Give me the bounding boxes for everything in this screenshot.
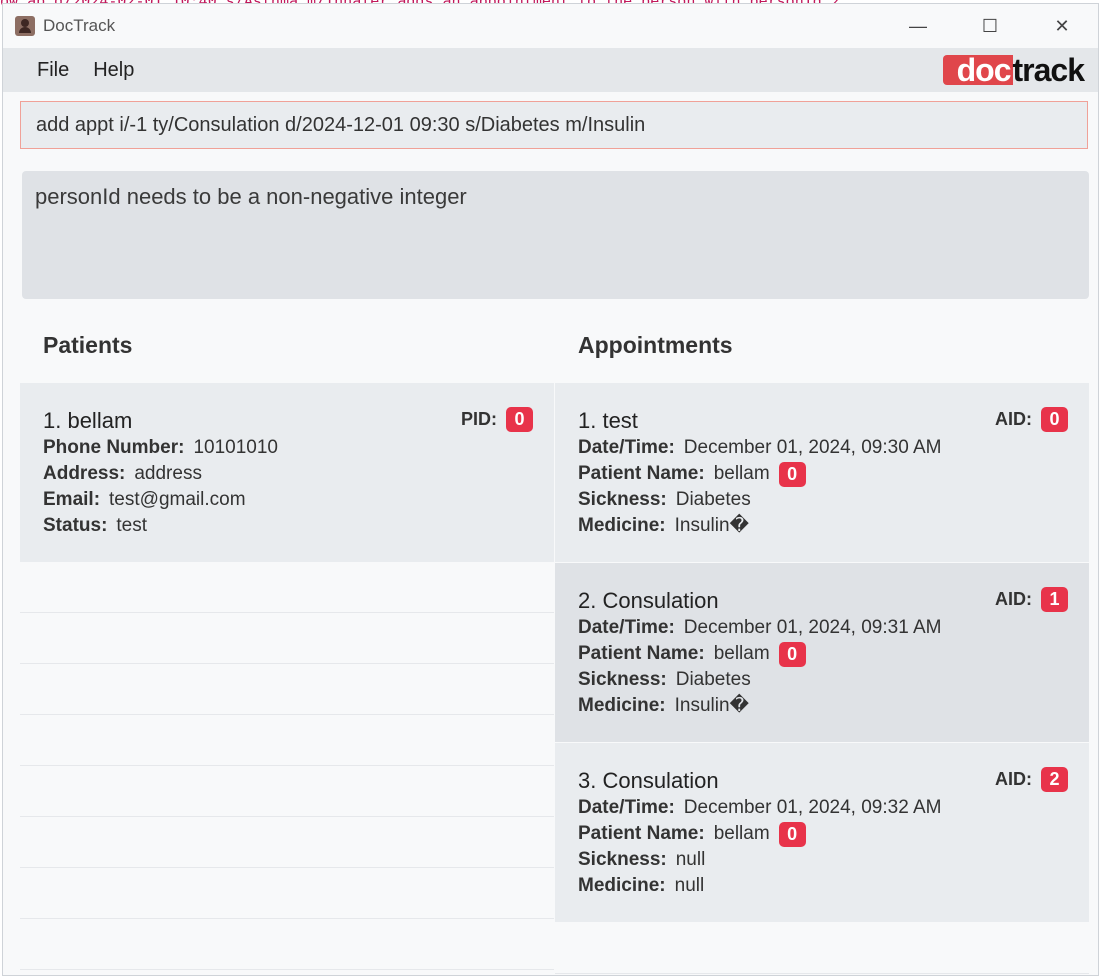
empty-list-row (20, 715, 554, 766)
status-value: test (116, 515, 148, 536)
patient-name-row: Patient Name: bellam 0 (578, 461, 1089, 487)
result-message: personId needs to be a non-negative inte… (35, 184, 467, 209)
patients-title: Patients (43, 332, 133, 358)
menu-help[interactable]: Help (93, 59, 134, 82)
minimize-button[interactable]: — (882, 4, 954, 48)
patients-list[interactable]: 1. bellam PID: 0 Phone Number: 10101010 A… (20, 383, 554, 975)
datetime-row: Date/Time: December 01, 2024, 09:30 AM (578, 437, 942, 458)
medicine-row: Medicine: null (578, 875, 705, 896)
patient-id-badge: 0 (778, 461, 806, 487)
command-input[interactable]: add appt i/-1 ty/Consulation d/2024-12-0… (20, 101, 1088, 149)
pid-tag: PID: 0 (461, 407, 533, 432)
close-button[interactable]: ✕ (1026, 4, 1098, 48)
status-row: Status: test (43, 513, 554, 539)
appointment-card[interactable]: 3. Consulation AID: 2 Date/Time: December… (555, 743, 1089, 922)
doctrack-window: DocTrack — ☐ ✕ File Help doc track add ap… (2, 3, 1099, 976)
sickness-row: Sickness: null (578, 849, 706, 870)
appointment-card[interactable]: 2. Consulation AID: 1 Date/Time: December… (555, 563, 1089, 742)
medicine-row: Medicine: Insulin� (578, 695, 750, 716)
appointments-list[interactable]: 1. test AID: 0 Date/Time: December 01, 20… (555, 383, 1089, 975)
pid-label: PID: (461, 409, 497, 429)
sickness-row: Sickness: Diabetes (578, 489, 751, 510)
appointment-card[interactable]: 1. test AID: 0 Date/Time: December 01, 20… (555, 383, 1089, 562)
command-input-text: add appt i/-1 ty/Consulation d/2024-12-0… (36, 113, 646, 136)
pid-badge: 0 (506, 407, 533, 432)
empty-list-row (20, 562, 554, 613)
title-bar[interactable]: DocTrack — ☐ ✕ (3, 4, 1098, 48)
aid-tag: AID: 2 (995, 767, 1068, 792)
address-value: address (134, 463, 202, 484)
maximize-button[interactable]: ☐ (954, 4, 1026, 48)
aid-badge: 2 (1041, 767, 1068, 792)
empty-list-row (20, 766, 554, 817)
datetime-row: Date/Time: December 01, 2024, 09:31 AM (578, 617, 942, 638)
aid-badge: 0 (1041, 407, 1068, 432)
empty-list-row (555, 923, 1089, 974)
email-row: Email: test@gmail.com (43, 487, 554, 513)
patient-name-row: Patient Name: bellam 0 (578, 821, 1089, 847)
patient-id-badge: 0 (778, 821, 806, 847)
patient-name-row: Patient Name: bellam 0 (578, 641, 1089, 667)
address-row: Address: address (43, 461, 554, 487)
patient-card[interactable]: 1. bellam PID: 0 Phone Number: 10101010 A… (20, 383, 554, 562)
empty-list-row (20, 664, 554, 715)
patient-id-badge: 0 (778, 641, 806, 667)
menu-file[interactable]: File (37, 59, 69, 82)
aid-tag: AID: 1 (995, 587, 1068, 612)
aid-tag: AID: 0 (995, 407, 1068, 432)
empty-list-row (20, 817, 554, 868)
window-controls: — ☐ ✕ (882, 4, 1098, 48)
datetime-row: Date/Time: December 01, 2024, 09:32 AM (578, 797, 942, 818)
sickness-row: Sickness: Diabetes (578, 669, 751, 690)
email-value: test@gmail.com (109, 489, 246, 510)
phone-value: 10101010 (193, 437, 278, 458)
medicine-row: Medicine: Insulin� (578, 515, 750, 536)
result-display: personId needs to be a non-negative inte… (22, 171, 1089, 299)
aid-badge: 1 (1041, 587, 1068, 612)
empty-list-row (20, 613, 554, 664)
menu-bar: File Help doc track (3, 48, 1098, 92)
window-title: DocTrack (43, 16, 116, 35)
appointments-title: Appointments (578, 332, 733, 358)
app-icon (15, 16, 35, 36)
empty-list-row (20, 919, 554, 970)
empty-list-row (20, 868, 554, 919)
doctrack-logo: doc track (942, 54, 1085, 86)
phone-row: Phone Number: 10101010 (43, 435, 554, 461)
